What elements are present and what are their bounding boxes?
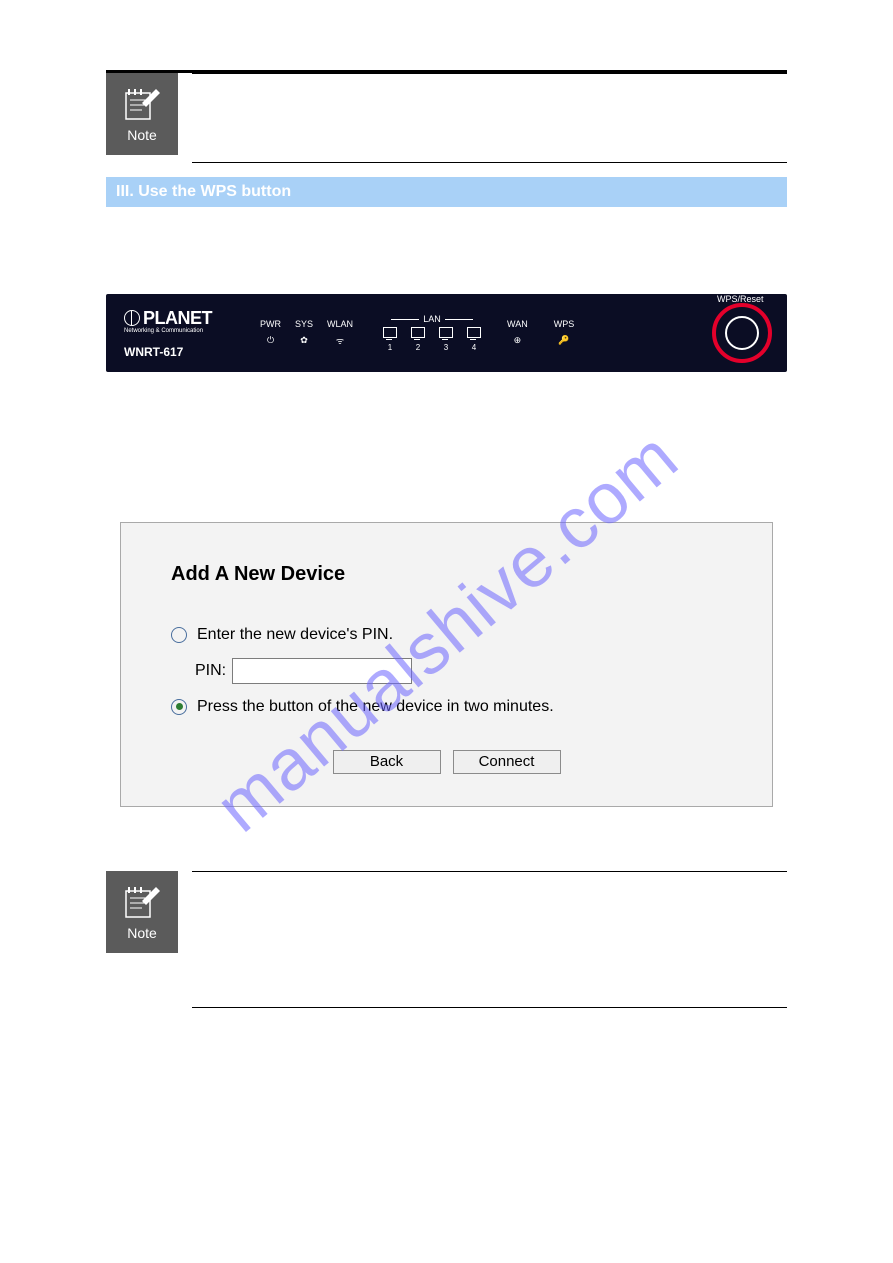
monitor-icon [467, 327, 481, 338]
globe-icon [124, 310, 140, 326]
wps-reset-button[interactable]: WPS/Reset [725, 316, 759, 350]
wan-led: WAN⊕ [507, 319, 528, 348]
wifi-icon: ᯤ [333, 333, 347, 347]
connect-button[interactable]: Connect [453, 750, 561, 774]
pin-input-row: PIN: [195, 658, 722, 684]
pin-input[interactable] [232, 658, 412, 684]
option-pin-row[interactable]: Enter the new device's PIN. [171, 626, 722, 644]
note-1-text: The WPS LED on the Router will light blu… [192, 74, 787, 162]
figure-caption-2: Figure 5-22 WPS-PBC [106, 825, 787, 841]
figure-caption-1: Figure 5-21 WPS-PBC [106, 390, 787, 406]
router-tagline: Networking & Communication [124, 328, 212, 334]
note-label: Note [127, 925, 157, 941]
router-brand: PLANET [124, 309, 212, 327]
highlight-ring-icon [712, 303, 772, 363]
step-2-3-text: Step 2. Press and hold the WPS Button eq… [106, 426, 787, 497]
note-bottom-line [192, 162, 787, 163]
key-icon: 🔑 [557, 334, 571, 348]
note-label: Note [127, 127, 157, 143]
note-block-1: Note The WPS LED on the Router will ligh… [106, 73, 787, 163]
gear-icon: ✿ [297, 333, 311, 347]
radio-unselected-icon[interactable] [171, 627, 187, 643]
monitor-icon [383, 327, 397, 338]
led-pwr-sys-wlan: PWR⏻ SYS✿ WLANᯤ [260, 319, 353, 347]
note-block-2: Note 1. The WPS LED on the Router will l… [106, 871, 787, 1008]
notepad-pen-icon [122, 883, 162, 921]
step-1-text: Step 1. Step 1. Press the WPS/Reset Butt… [106, 227, 787, 275]
wps-led: WPS🔑 [554, 319, 575, 348]
globe-net-icon: ⊕ [510, 334, 524, 348]
monitor-icon [439, 327, 453, 338]
add-device-dialog: Add A New Device Enter the new device's … [120, 522, 773, 807]
lan-led-group: LAN 1 2 3 4 [383, 314, 481, 352]
monitor-icon [411, 327, 425, 338]
router-model: WNRT-617 [124, 346, 212, 358]
back-button[interactable]: Back [333, 750, 441, 774]
note-2-text: 1. The WPS LED on the Router will light … [192, 872, 787, 1007]
pin-label: PIN: [195, 662, 226, 680]
power-icon: ⏻ [264, 333, 278, 347]
option-push-row[interactable]: Press the button of the new device in tw… [171, 698, 722, 716]
note-badge: Note [106, 73, 178, 155]
note-bottom-line [192, 1007, 787, 1008]
notepad-pen-icon [122, 85, 162, 123]
method-heading: III. Use the WPS button [106, 177, 787, 207]
document-page: manualshive.com Note The WPS LED on the … [0, 0, 893, 1263]
dialog-title: Add A New Device [171, 563, 722, 586]
router-front-panel: PLANET Networking & Communication WNRT-6… [106, 294, 787, 372]
radio-selected-icon[interactable] [171, 699, 187, 715]
note-badge: Note [106, 871, 178, 953]
